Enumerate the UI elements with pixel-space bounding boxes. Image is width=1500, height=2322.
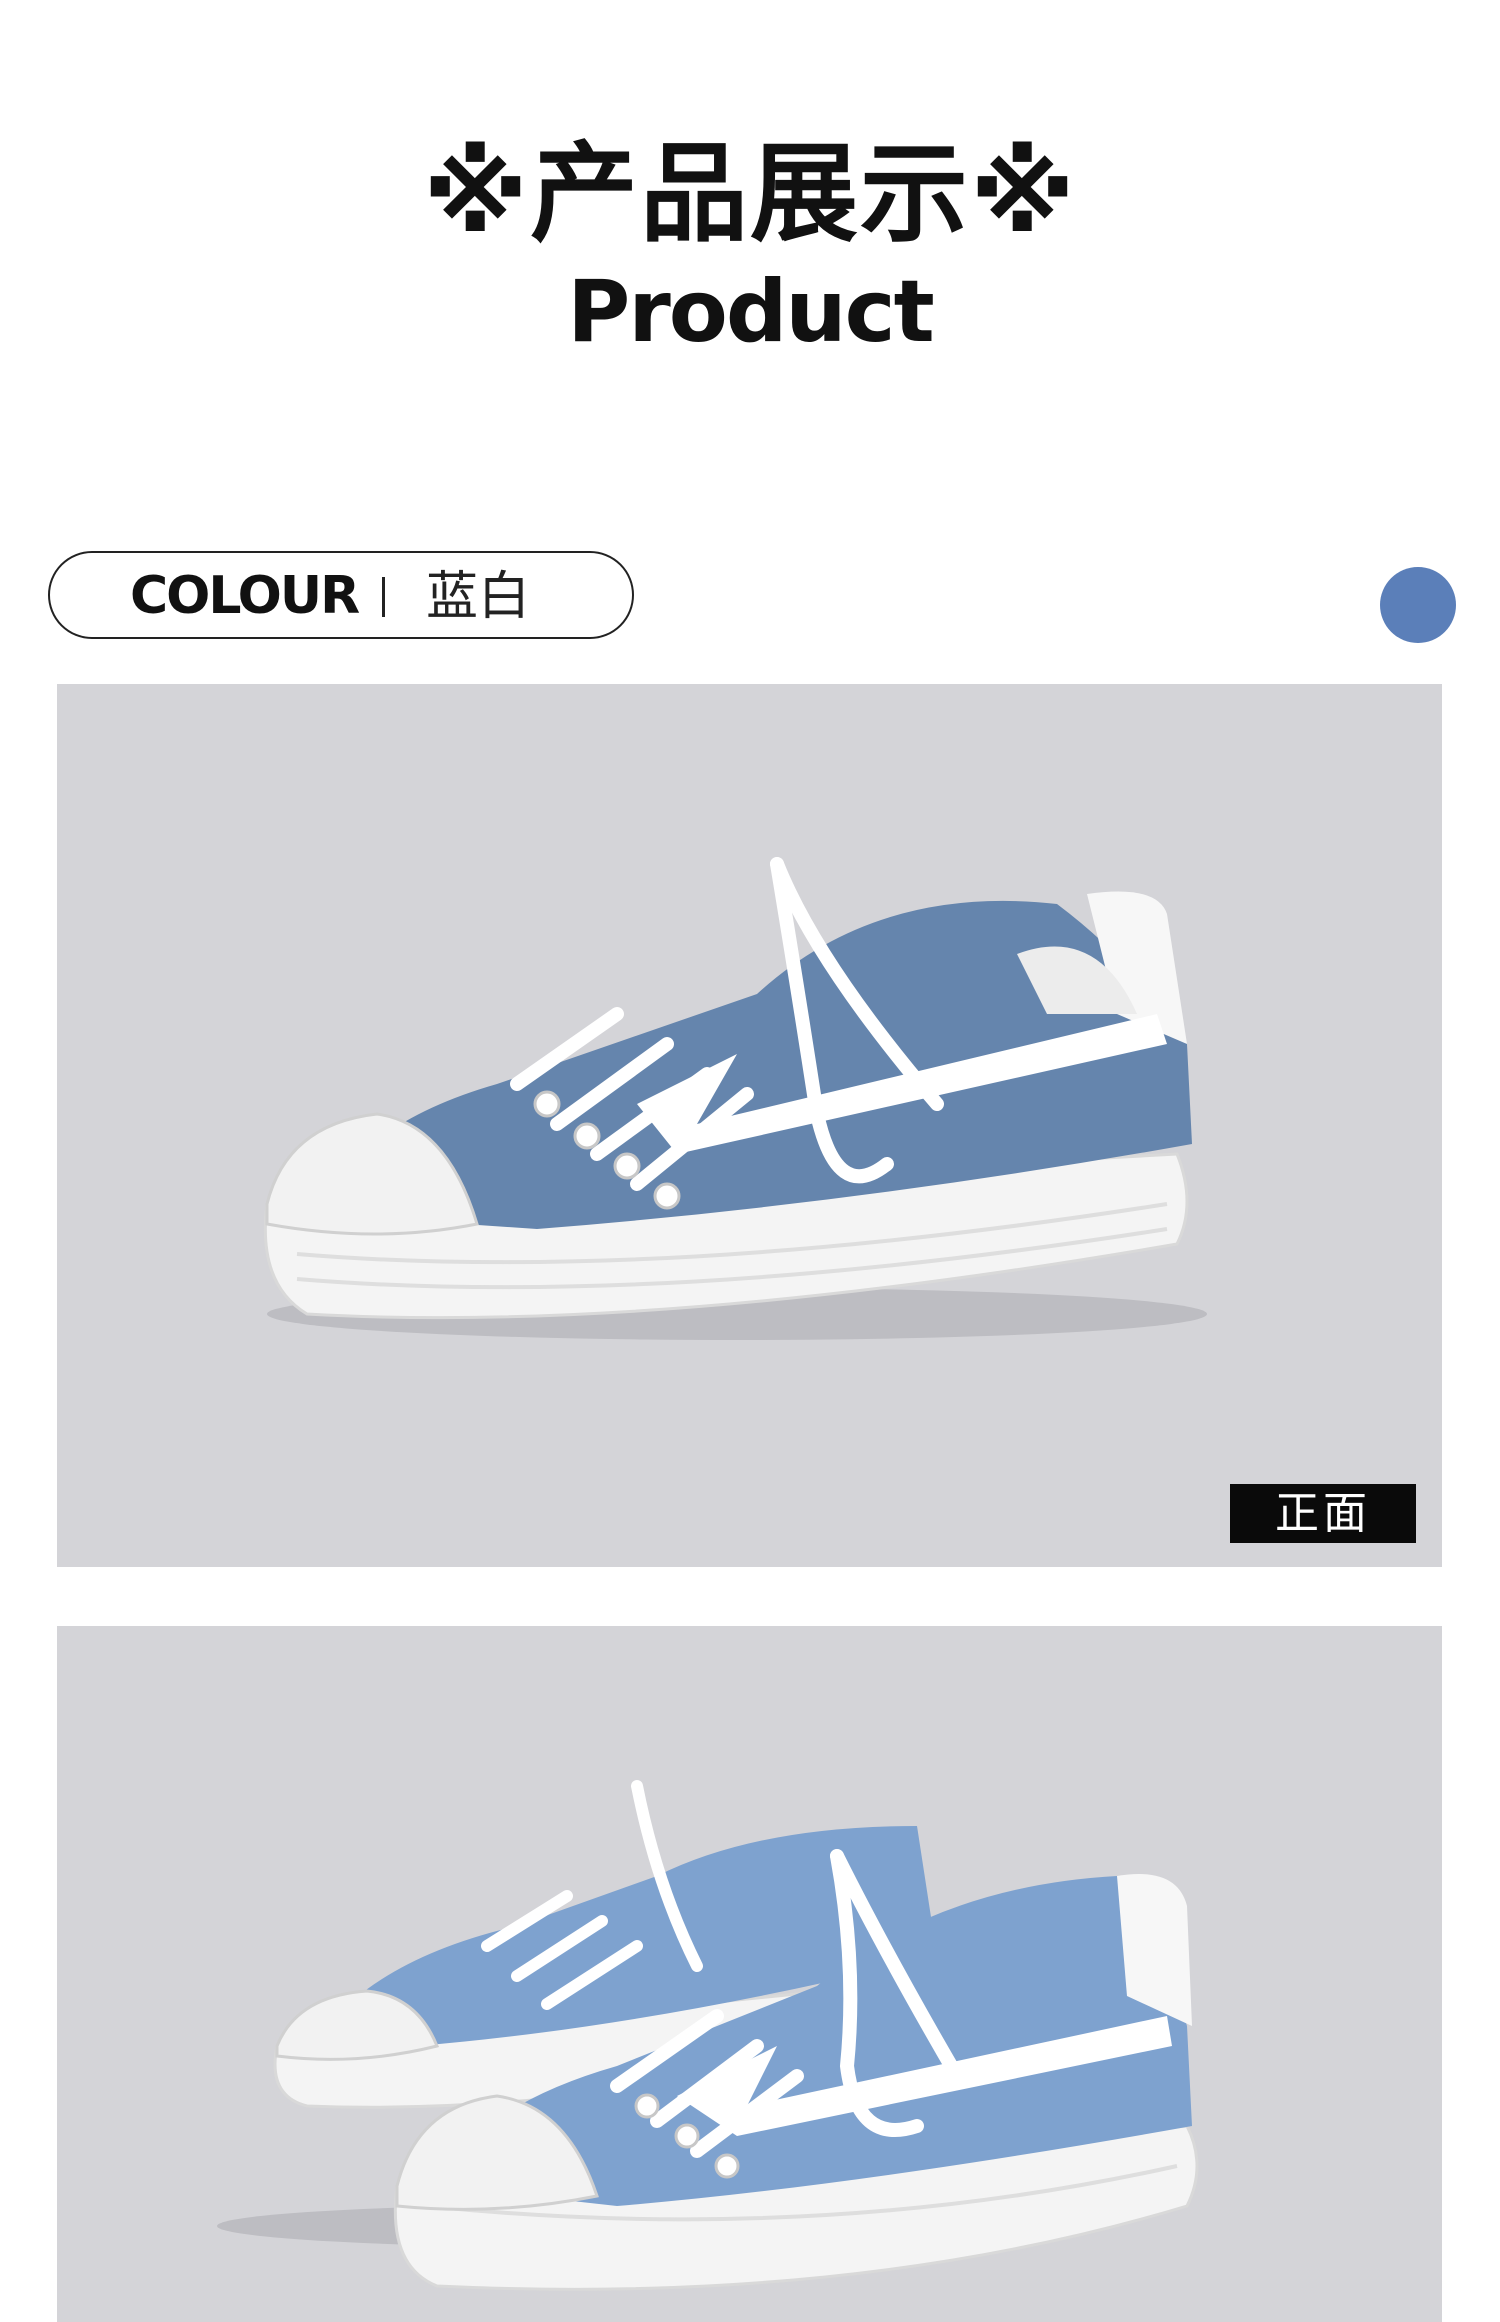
shoe-pair-illustration — [217, 1780, 1199, 2291]
colour-divider — [382, 577, 385, 617]
colour-label: COLOUR — [130, 566, 360, 626]
colour-value: 蓝白 — [426, 567, 531, 627]
colour-swatch[interactable] — [1380, 567, 1456, 643]
product-photo-front: 正面 — [57, 684, 1442, 1567]
shoe-front-illustration — [263, 857, 1207, 1340]
product-photo-pair — [57, 1626, 1442, 2322]
page-heading-en: Product — [567, 262, 934, 362]
view-badge-front: 正面 — [1230, 1484, 1416, 1543]
page-heading-cn: ※产品展示※ — [423, 132, 1077, 257]
colour-selector[interactable]: COLOUR 蓝白 — [48, 551, 634, 639]
